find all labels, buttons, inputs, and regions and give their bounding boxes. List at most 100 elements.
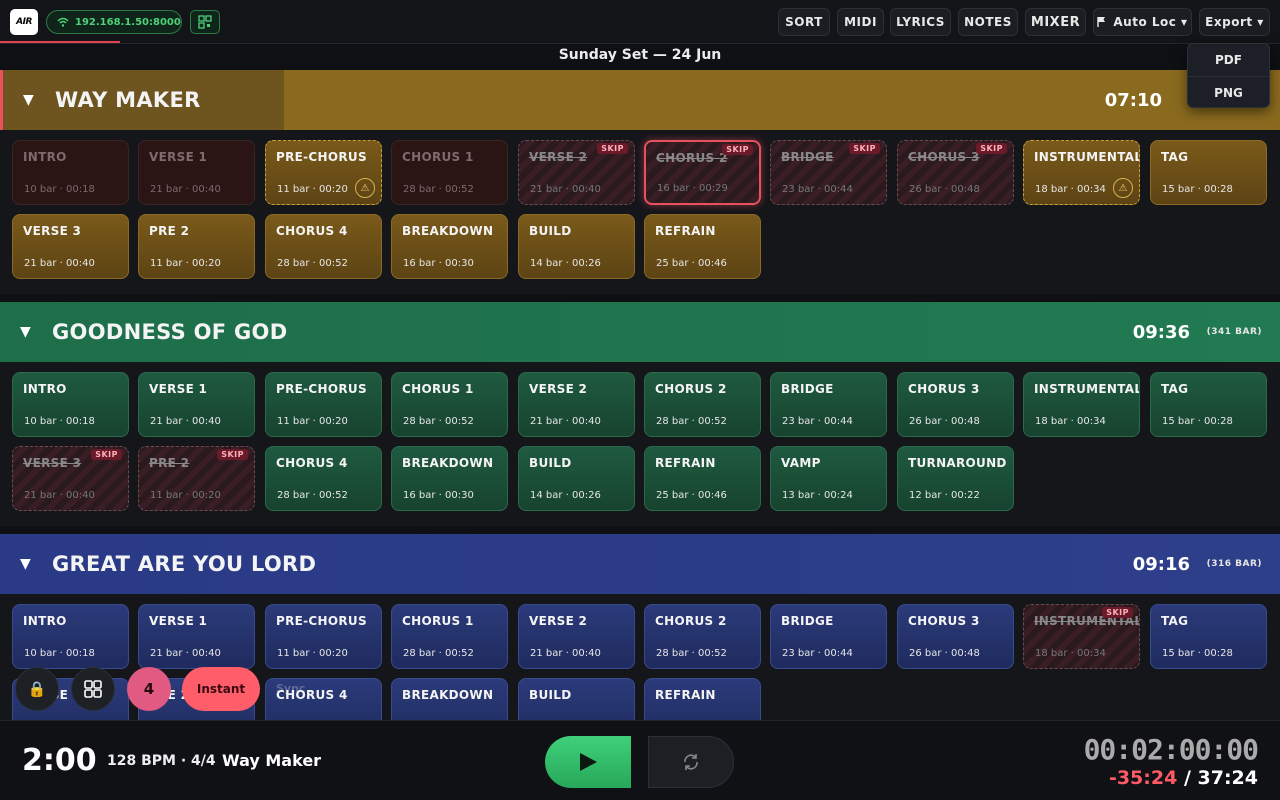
collapse-icon[interactable]: ▼: [23, 92, 34, 108]
collapse-icon[interactable]: ▼: [20, 556, 31, 572]
section-tile[interactable]: CHORUS 1 28 bar · 00:52: [391, 372, 508, 437]
skip-badge: SKIP: [217, 449, 248, 460]
collapse-icon[interactable]: ▼: [20, 324, 31, 340]
export-png-option[interactable]: PNG: [1188, 76, 1269, 108]
section-tile[interactable]: BRIDGE 23 bar · 00:44: [770, 604, 887, 669]
section-tile[interactable]: INTRO 10 bar · 00:18: [12, 372, 129, 437]
section-info: 14 bar · 00:26: [530, 490, 601, 501]
instant-button[interactable]: Instant: [182, 667, 260, 711]
song-duration: 09:36: [1132, 321, 1190, 343]
loop-button[interactable]: [648, 736, 734, 788]
section-tile[interactable]: VERSE 3 21 bar · 00:40 SKIP: [12, 446, 129, 511]
section-tile[interactable]: CHORUS 1 28 bar · 00:52: [391, 140, 508, 205]
section-tile[interactable]: BREAKDOWN 16 bar · 00:30: [391, 214, 508, 279]
section-tile[interactable]: INSTRUMENTAL 18 bar · 00:34: [1023, 372, 1140, 437]
section-tile[interactable]: PRE 2 11 bar · 00:20: [138, 214, 255, 279]
section-name: VERSE 1: [149, 150, 208, 164]
section-tile[interactable]: CHORUS 2 28 bar · 00:52: [644, 604, 761, 669]
transport-bar: 2:00 128 BPM · 4/4 Way Maker 00:02:00:00…: [0, 720, 1280, 800]
section-tile[interactable]: VERSE 2 21 bar · 00:40: [518, 604, 635, 669]
section-tile[interactable]: BUILD 14 bar · 00:26: [518, 446, 635, 511]
section-tile[interactable]: REFRAIN 25 bar · 00:46: [644, 214, 761, 279]
section-tile[interactable]: BUILD 14 bar · 00:26: [518, 214, 635, 279]
export-button[interactable]: Export ▾: [1199, 8, 1270, 36]
section-name: REFRAIN: [655, 224, 716, 238]
section-name: REFRAIN: [655, 688, 716, 702]
connection-status[interactable]: 192.168.1.50:8000: [46, 10, 182, 34]
section-info: 28 bar · 00:52: [403, 416, 474, 427]
section-info: 21 bar · 00:40: [24, 258, 95, 269]
section-tile[interactable]: PRE-CHORUS 11 bar · 00:20 ⚠: [265, 140, 382, 205]
section-name: CHORUS 2: [655, 614, 727, 628]
midi-button[interactable]: MIDI: [837, 8, 884, 36]
section-tile[interactable]: BRIDGE 23 bar · 00:44 SKIP: [770, 140, 887, 205]
song-header[interactable]: ▼ GREAT ARE YOU LORD 09:16 (316 BAR): [0, 534, 1280, 594]
section-tile[interactable]: CHORUS 2 16 bar · 00:29 SKIP: [644, 140, 761, 205]
lock-button[interactable]: 🔒: [15, 667, 59, 711]
section-tile[interactable]: BRIDGE 23 bar · 00:44: [770, 372, 887, 437]
sort-button[interactable]: SORT: [778, 8, 830, 36]
section-tile[interactable]: VERSE 1 21 bar · 00:40: [138, 604, 255, 669]
section-tile[interactable]: CHORUS 2 28 bar · 00:52: [644, 372, 761, 437]
section-name: CHORUS 2: [655, 382, 727, 396]
section-name: PRE 2: [149, 224, 190, 238]
section-tile[interactable]: VERSE 1 21 bar · 00:40: [138, 372, 255, 437]
song-header[interactable]: ▼ GOODNESS OF GOD 09:36 (341 BAR): [0, 302, 1280, 362]
section-info: 18 bar · 00:34: [1035, 648, 1106, 659]
section-tile[interactable]: REFRAIN 25 bar · 00:46: [644, 446, 761, 511]
song-header[interactable]: ▼ WAY MAKER 07:10: [0, 70, 1280, 130]
section-tile[interactable]: INSTRUMENTAL 18 bar · 00:34 SKIP: [1023, 604, 1140, 669]
section-tile[interactable]: INSTRUMENTAL 18 bar · 00:34 ⚠: [1023, 140, 1140, 205]
section-tile[interactable]: TAG 15 bar · 00:28: [1150, 372, 1267, 437]
count-in-button[interactable]: 4: [127, 667, 171, 711]
section-tile[interactable]: BREAKDOWN 16 bar · 00:30: [391, 446, 508, 511]
lyrics-button[interactable]: LYRICS: [890, 8, 951, 36]
section-tile[interactable]: INTRO 10 bar · 00:18: [12, 604, 129, 669]
loop-icon: [684, 754, 698, 770]
section-tile[interactable]: PRE-CHORUS 11 bar · 00:20: [265, 604, 382, 669]
section-tile[interactable]: CHORUS 1 28 bar · 00:52: [391, 604, 508, 669]
warning-icon: ⚠: [1113, 178, 1133, 198]
section-info: 10 bar · 00:18: [24, 648, 95, 659]
section-tile[interactable]: TAG 15 bar · 00:28: [1150, 604, 1267, 669]
section-name: INSTRUMENTAL: [1034, 150, 1140, 164]
wifi-icon: [57, 17, 69, 27]
song-bar-count: (341 BAR): [1206, 327, 1262, 337]
play-button[interactable]: [545, 736, 631, 788]
section-name: BUILD: [529, 456, 572, 470]
section-name: BREAKDOWN: [402, 456, 494, 470]
section-info: 18 bar · 00:34: [1035, 416, 1106, 427]
section-tile[interactable]: CHORUS 3 26 bar · 00:48: [897, 372, 1014, 437]
section-tile[interactable]: CHORUS 4 28 bar · 00:52: [265, 446, 382, 511]
section-tile[interactable]: CHORUS 3 26 bar · 00:48: [897, 604, 1014, 669]
auto-loc-button[interactable]: Auto Loc ▾: [1093, 8, 1192, 36]
notes-button[interactable]: NOTES: [958, 8, 1018, 36]
section-info: 21 bar · 00:40: [530, 648, 601, 659]
section-tile[interactable]: TAG 15 bar · 00:28: [1150, 140, 1267, 205]
section-tile[interactable]: PRE-CHORUS 11 bar · 00:20: [265, 372, 382, 437]
warning-icon: ⚠: [355, 178, 375, 198]
section-tile[interactable]: CHORUS 3 26 bar · 00:48 SKIP: [897, 140, 1014, 205]
section-tile[interactable]: VERSE 1 21 bar · 00:40: [138, 140, 255, 205]
mixer-button[interactable]: MIXER: [1025, 8, 1086, 36]
song-title: GREAT ARE YOU LORD: [52, 552, 317, 576]
section-tile[interactable]: CHORUS 4 28 bar · 00:52: [265, 214, 382, 279]
section-info: 12 bar · 00:22: [909, 490, 980, 501]
section-info: 28 bar · 00:52: [403, 184, 474, 195]
grid-view-button[interactable]: [71, 667, 115, 711]
section-info: 26 bar · 00:48: [909, 648, 980, 659]
section-tile[interactable]: VERSE 2 21 bar · 00:40 SKIP: [518, 140, 635, 205]
section-tile[interactable]: VAMP 13 bar · 00:24: [770, 446, 887, 511]
section-tile[interactable]: VERSE 2 21 bar · 00:40: [518, 372, 635, 437]
section-tile[interactable]: INTRO 10 bar · 00:18: [12, 140, 129, 205]
qr-code-button[interactable]: [190, 10, 220, 34]
section-name: INTRO: [23, 150, 67, 164]
section-tile[interactable]: PRE 2 11 bar · 00:20 SKIP: [138, 446, 255, 511]
song-block: ▼ WAY MAKER 07:10 INTRO 10 bar · 00:18 VERSE …: [0, 70, 1280, 294]
section-tile[interactable]: VERSE 3 21 bar · 00:40: [12, 214, 129, 279]
play-icon: [580, 753, 597, 771]
section-tile[interactable]: TURNAROUND 12 bar · 00:22: [897, 446, 1014, 511]
export-pdf-option[interactable]: PDF: [1188, 44, 1269, 76]
section-name: CHORUS 3: [908, 614, 980, 628]
section-name: BUILD: [529, 688, 572, 702]
